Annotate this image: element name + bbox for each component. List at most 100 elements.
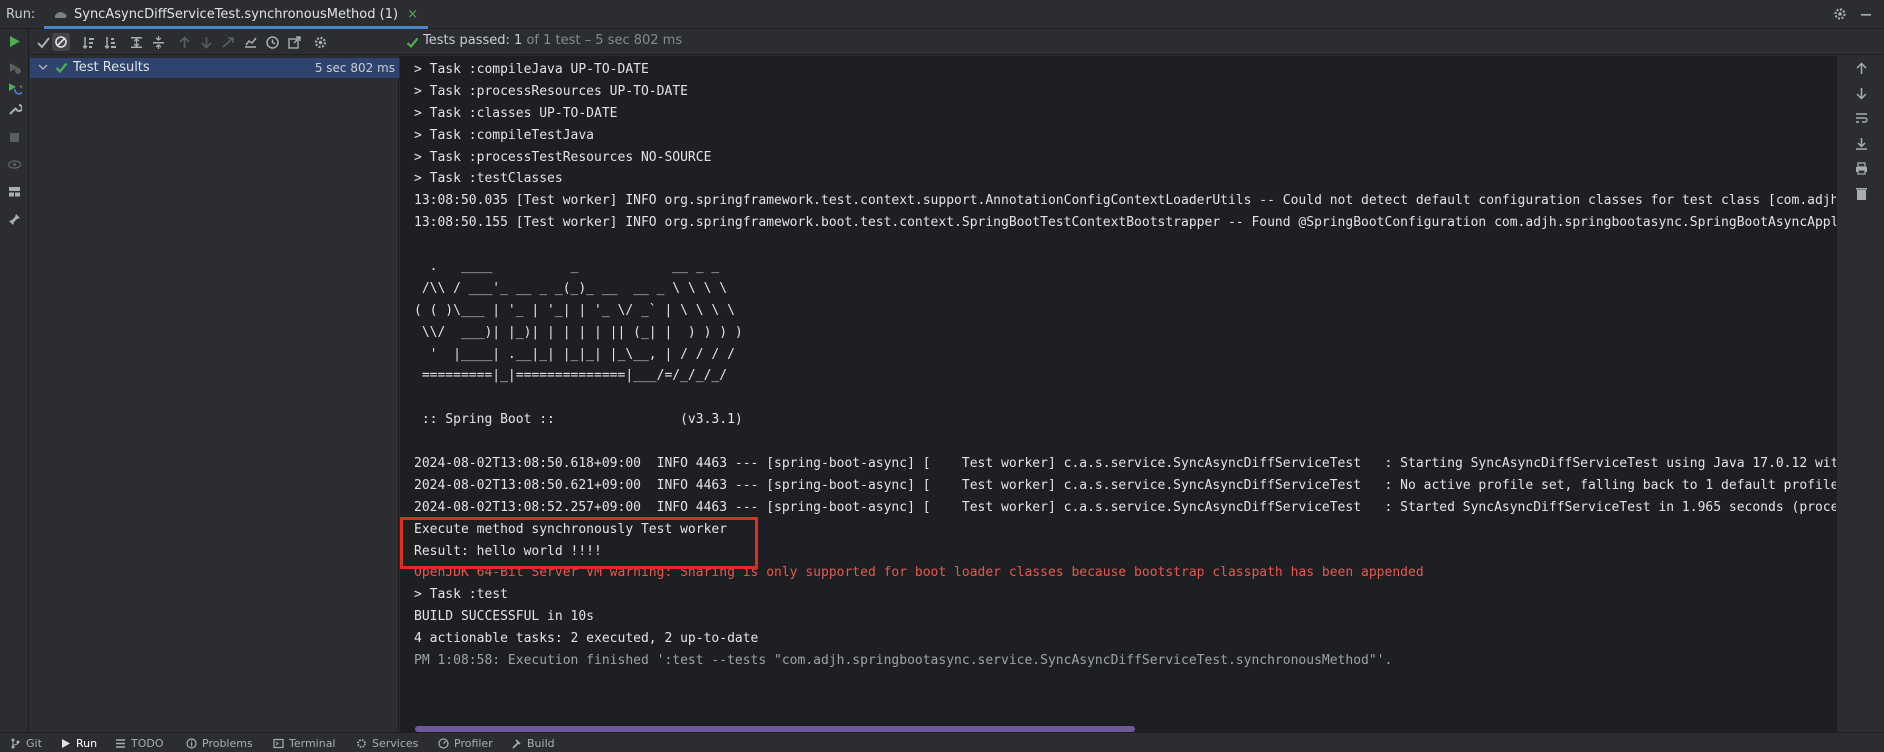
console-line: =========|_|==============|___/=/_/_/_/ <box>414 368 728 384</box>
wrench-icon[interactable] <box>7 102 22 117</box>
eye-icon <box>7 160 22 169</box>
console-line: 13:08:50.155 [Test worker] INFO org.spri… <box>414 215 1836 231</box>
tool-label: Terminal <box>289 737 336 750</box>
check-icon <box>55 62 68 74</box>
status-count: 1 <box>514 33 523 48</box>
sort-alpha-icon[interactable] <box>81 35 96 50</box>
console-lines: > Task :compileJava UP-TO-DATE > Task :p… <box>414 59 1836 672</box>
console-line: > Task :processTestResources NO-SOURCE <box>414 149 712 165</box>
tool-label: Run <box>76 737 98 750</box>
trash-icon[interactable] <box>1854 186 1869 201</box>
console-line: > Task :compileJava UP-TO-DATE <box>414 62 649 77</box>
status-label: Tests passed: <box>423 33 510 48</box>
console-line: \\/ ___)| |_)| | | | | || (_| | ) ) ) ) <box>414 324 743 340</box>
hammer-icon <box>512 739 521 749</box>
expand-all-icon[interactable] <box>129 35 144 50</box>
tool-todo[interactable]: TODO <box>115 737 164 750</box>
minimize-icon[interactable] <box>1859 7 1873 21</box>
tool-label: TODO <box>131 737 164 750</box>
tab-close-icon[interactable]: × <box>407 7 418 22</box>
layout-icon[interactable] <box>7 184 22 199</box>
console-line: 2024-08-02T13:08:50.621+09:00 INFO 4463 … <box>414 477 1836 493</box>
tool-services[interactable]: Services <box>356 737 418 750</box>
settings-icon[interactable] <box>313 35 328 50</box>
tool-problems[interactable]: Problems <box>186 737 253 750</box>
stop-icon <box>10 133 19 142</box>
check-icon <box>406 37 419 49</box>
show-ignored-icon[interactable] <box>52 33 70 51</box>
console-finished-line: PM 1:08:58: Execution finished ':test --… <box>414 653 1393 669</box>
tool-profiler[interactable]: Profiler <box>438 737 493 750</box>
tool-build[interactable]: Build <box>511 737 555 750</box>
console-line: ' |____| .__|_| |_|_| |_\__, | / / / / <box>414 346 735 362</box>
console-output[interactable]: > Task :compileJava UP-TO-DATE > Task :p… <box>400 56 1836 732</box>
tab-run-config[interactable]: SyncAsyncDiffServiceTest.synchronousMeth… <box>44 2 428 29</box>
console-line: > Task :test <box>414 587 508 603</box>
collapse-all-icon[interactable] <box>151 35 166 50</box>
console-line: 4 actionable tasks: 2 executed, 2 up-to-… <box>414 631 759 647</box>
rerun-icon[interactable] <box>7 34 22 49</box>
rerun-failed-tests-icon <box>222 37 234 48</box>
tool-label: Build <box>527 737 555 750</box>
test-status: Tests passed: 1 of 1 test – 5 sec 802 ms <box>423 33 682 48</box>
console-line: 2024-08-02T13:08:50.618+09:00 INFO 4463 … <box>414 456 1836 472</box>
tool-run[interactable]: Run <box>60 737 97 750</box>
toggle-auto-test-icon[interactable] <box>7 80 22 95</box>
console-line: ( ( )\___ | '_ | '_| | '_ \/ _` | \ \ \ … <box>414 302 735 318</box>
tool-label: Git <box>26 737 42 750</box>
show-passed-icon[interactable] <box>36 35 51 50</box>
sort-duration-icon[interactable] <box>103 35 118 50</box>
console-line: > Task :classes UP-TO-DATE <box>414 105 618 121</box>
previous-failed-icon <box>179 36 190 48</box>
console-line: 13:08:50.035 [Test worker] INFO org.spri… <box>414 193 1836 209</box>
tool-git[interactable]: Git <box>10 737 42 750</box>
services-icon <box>357 739 366 748</box>
highlight-annotation-box <box>400 517 758 569</box>
play-icon <box>62 739 70 748</box>
console-line: > Task :compileTestJava <box>414 127 595 143</box>
tab-label: SyncAsyncDiffServiceTest.synchronousMeth… <box>74 6 399 22</box>
tool-label: Profiler <box>454 737 493 750</box>
console-line: :: Spring Boot :: (v3.3.1) <box>414 412 743 428</box>
pin-icon[interactable] <box>7 212 22 227</box>
tool-window-bar: Git Run TODO Problems Terminal Services … <box>0 732 1884 752</box>
tool-terminal[interactable]: Terminal <box>273 737 336 750</box>
console-line: 2024-08-02T13:08:52.257+09:00 INFO 4463 … <box>414 499 1836 515</box>
chevron-down-icon[interactable] <box>38 61 48 73</box>
info-icon <box>186 738 197 749</box>
test-tab-icon <box>55 12 67 18</box>
status-detail: of 1 test – 5 sec 802 ms <box>526 33 683 48</box>
next-failed-icon <box>201 37 212 49</box>
print-icon[interactable] <box>1854 161 1869 176</box>
profiler-icon <box>438 738 449 749</box>
import-results-icon[interactable] <box>243 35 258 50</box>
tool-label: Problems <box>202 737 253 750</box>
list-icon <box>116 739 125 748</box>
git-branch-icon <box>11 738 20 749</box>
arrow-down-icon[interactable] <box>1854 86 1869 101</box>
gear-icon[interactable] <box>1833 7 1847 21</box>
tree-row-label: Test Results <box>73 60 150 75</box>
history-icon[interactable] <box>265 35 280 50</box>
tool-label: Services <box>372 737 419 750</box>
tree-row-test-results[interactable]: Test Results 5 sec 802 ms <box>30 58 399 78</box>
console-line: > Task :processResources UP-TO-DATE <box>414 83 688 99</box>
console-line: > Task :testClasses <box>414 171 563 187</box>
test-results-toolbar: Tests passed: 1 of 1 test – 5 sec 802 ms <box>30 29 1884 55</box>
console-line: . ____ _ __ _ _ <box>414 259 720 275</box>
console-side-toolbar <box>1836 56 1884 732</box>
console-line: BUILD SUCCESSFUL in 10s <box>414 609 595 625</box>
terminal-icon <box>273 738 284 749</box>
rerun-failed-icon <box>10 63 21 74</box>
run-label: Run: <box>6 7 36 22</box>
run-tab-bar: Run: SyncAsyncDiffServiceTest.synchronou… <box>0 0 1884 29</box>
console-line: /\\ / ___'_ __ _ _(_)_ __ __ _ \ \ \ \ <box>414 280 728 296</box>
soft-wrap-icon[interactable] <box>1854 111 1869 126</box>
test-tree: Test Results 5 sec 802 ms <box>30 56 399 732</box>
arrow-up-icon[interactable] <box>1854 61 1869 76</box>
export-icon[interactable] <box>287 35 302 50</box>
scroll-to-end-icon[interactable] <box>1854 136 1869 151</box>
